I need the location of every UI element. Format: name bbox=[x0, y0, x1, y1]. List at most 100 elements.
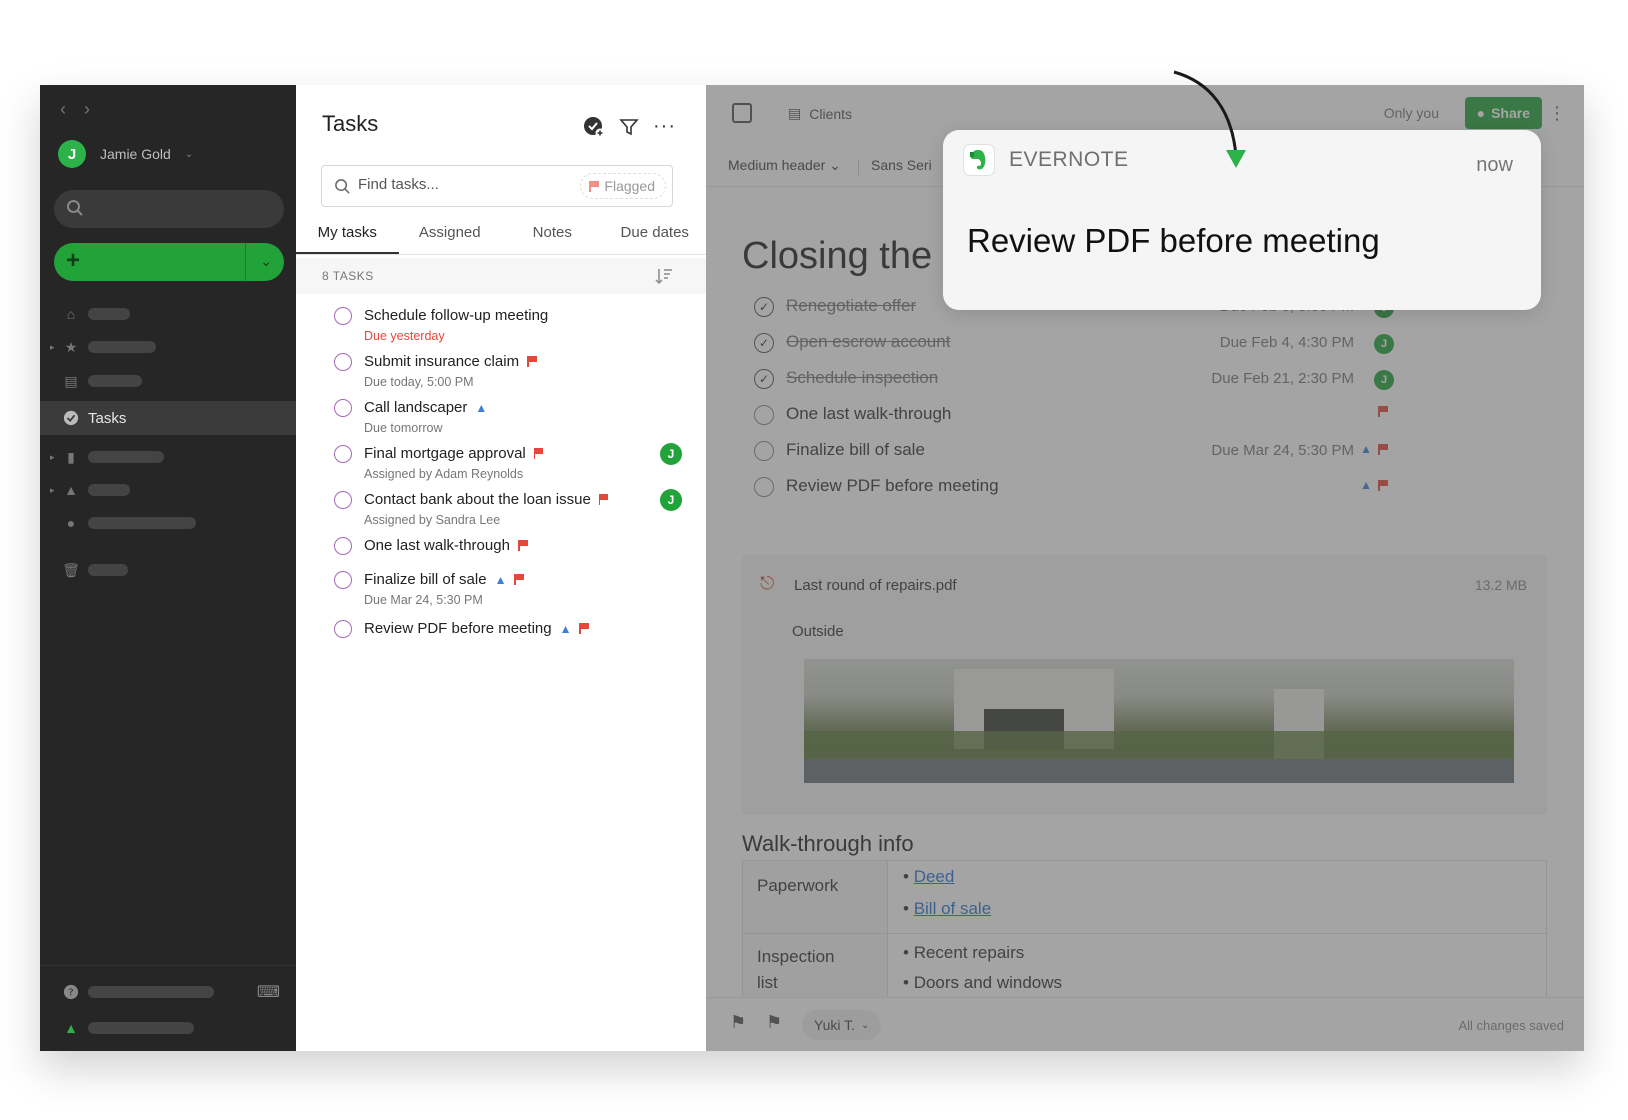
task-item[interactable]: Contact bank about the loan issue Assigne… bbox=[334, 489, 682, 531]
task-checkbox[interactable] bbox=[334, 537, 352, 555]
breadcrumb[interactable]: ▤ Clients bbox=[788, 105, 852, 122]
flagged-filter-chip[interactable]: Flagged bbox=[580, 173, 666, 199]
forward-arrow-icon[interactable]: › bbox=[84, 99, 90, 120]
checklist-item[interactable]: ✓ Schedule inspection Due Feb 21, 2:30 PM J bbox=[754, 367, 1394, 397]
account-menu[interactable]: J Jamie Gold ⌄ bbox=[58, 140, 193, 168]
checklist-checkbox[interactable]: ✓ bbox=[754, 333, 774, 353]
task-item[interactable]: Schedule follow-up meeting Due yesterday bbox=[334, 307, 674, 347]
checklist-item[interactable]: Review PDF before meeting ▲ bbox=[754, 475, 1394, 505]
checklist-item[interactable]: ✓ Open escrow account Due Feb 4, 4:30 PM J bbox=[754, 331, 1394, 361]
task-item[interactable]: Final mortgage approval Assigned by Adam … bbox=[334, 443, 682, 485]
sidebar-item-whats-new[interactable]: ▲ bbox=[40, 1011, 296, 1045]
tab-notes[interactable]: Notes bbox=[501, 213, 604, 254]
caret-right-icon[interactable]: ▸ bbox=[50, 485, 55, 496]
task-item[interactable]: Call landscaper ▲ Due tomorrow bbox=[334, 399, 674, 439]
task-count-bar: 8 TASKS bbox=[296, 258, 706, 294]
task-title: Final mortgage approval bbox=[364, 445, 526, 462]
back-arrow-icon[interactable]: ‹ bbox=[60, 99, 66, 120]
task-checkbox[interactable] bbox=[334, 491, 352, 509]
task-checkbox[interactable] bbox=[334, 571, 352, 589]
sort-icon[interactable] bbox=[654, 266, 674, 286]
task-title: One last walk-through bbox=[364, 537, 510, 554]
attachment-name: Last round of repairs.pdf bbox=[794, 577, 957, 594]
sidebar-item-trash[interactable]: 🗑 bbox=[40, 553, 296, 587]
flag-icon bbox=[589, 180, 600, 192]
notification-time: now bbox=[1476, 154, 1513, 176]
style-dropdown[interactable]: Medium header ⌄ bbox=[728, 157, 841, 174]
font-dropdown[interactable]: Sans Seri bbox=[871, 157, 932, 173]
house-photo bbox=[804, 659, 1514, 783]
add-reminder-icon[interactable]: ⚑ bbox=[766, 1012, 782, 1033]
note-title[interactable]: Closing the bbox=[742, 235, 932, 278]
list-item: • Recent repairs bbox=[903, 943, 1025, 962]
sidebar-item-notebooks[interactable]: ▸ ▮ bbox=[40, 440, 296, 474]
task-title: Contact bank about the loan issue bbox=[364, 491, 591, 508]
checklist-checkbox[interactable]: ✓ bbox=[754, 297, 774, 317]
checklist-checkbox[interactable] bbox=[754, 477, 774, 497]
task-search-input[interactable] bbox=[358, 176, 548, 193]
svg-text:?: ? bbox=[68, 988, 73, 999]
sidebar-item-notes[interactable]: ▤ bbox=[40, 364, 296, 398]
caret-right-icon[interactable]: ▸ bbox=[50, 342, 55, 353]
task-checkbox[interactable] bbox=[334, 353, 352, 371]
checklist-checkbox[interactable] bbox=[754, 405, 774, 425]
task-item[interactable]: Finalize bill of sale ▲ Due Mar 24, 5:30 P… bbox=[334, 571, 674, 611]
share-button[interactable]: ● Share bbox=[1464, 97, 1542, 129]
reminder-icon[interactable]: ⚑ bbox=[730, 1012, 746, 1033]
flag-icon bbox=[517, 540, 528, 551]
person-icon: ● bbox=[1476, 105, 1486, 121]
collaborator-chip[interactable]: Yuki T. ⌄ bbox=[802, 1010, 882, 1040]
bill-of-sale-link[interactable]: Bill of sale bbox=[914, 899, 991, 918]
attachment-section: Outside bbox=[792, 623, 844, 640]
placeholder-label bbox=[88, 986, 214, 998]
task-checkbox[interactable] bbox=[334, 307, 352, 325]
checklist-checkbox[interactable] bbox=[754, 441, 774, 461]
pdf-icon: ⎋ bbox=[760, 573, 775, 593]
task-subtitle: Assigned by Sandra Lee bbox=[364, 513, 501, 527]
divider bbox=[40, 965, 296, 966]
sidebar-item-tags[interactable]: ▸ ▲ bbox=[40, 473, 296, 507]
help-icon: ? bbox=[63, 984, 79, 1000]
keyboard-icon[interactable]: ⌨ bbox=[257, 982, 280, 1002]
filter-icon[interactable] bbox=[619, 117, 639, 137]
task-subtitle: Assigned by Adam Reynolds bbox=[364, 467, 524, 481]
save-status: All changes saved bbox=[1458, 1018, 1564, 1033]
note-footer: ⚑ ⚑ Yuki T. ⌄ All changes saved bbox=[706, 997, 1584, 1051]
checklist-checkbox[interactable]: ✓ bbox=[754, 369, 774, 389]
tab-assigned[interactable]: Assigned bbox=[399, 213, 502, 254]
placeholder-label bbox=[88, 517, 196, 529]
pdf-attachment[interactable]: ⎋ Last round of repairs.pdf 13.2 MB Outs… bbox=[742, 555, 1547, 815]
new-note-button[interactable]: + ⌄ bbox=[54, 243, 284, 281]
expand-icon[interactable] bbox=[732, 103, 752, 123]
sidebar-item-shared[interactable]: ● bbox=[40, 506, 296, 540]
task-checkbox[interactable] bbox=[334, 399, 352, 417]
chevron-down-icon[interactable]: ⌄ bbox=[260, 253, 272, 270]
caret-right-icon[interactable]: ▸ bbox=[50, 452, 55, 463]
tab-due-dates[interactable]: Due dates bbox=[604, 213, 707, 254]
deed-link[interactable]: Deed bbox=[914, 867, 955, 886]
sidebar-search[interactable] bbox=[54, 190, 284, 228]
more-icon[interactable]: ··· bbox=[653, 115, 676, 138]
sidebar-item-help[interactable]: ? ⌨ bbox=[40, 975, 296, 1009]
task-checkbox[interactable] bbox=[334, 445, 352, 463]
sidebar-item-shortcuts[interactable]: ▸ ★ bbox=[40, 330, 296, 364]
bell-icon: ▲ bbox=[494, 572, 507, 587]
chevron-down-icon: ⌄ bbox=[861, 1019, 870, 1031]
task-item[interactable]: Submit insurance claim Due today, 5:00 PM bbox=[334, 353, 674, 393]
task-title-row: One last walk-through bbox=[364, 537, 528, 554]
sidebar-item-tasks[interactable]: Tasks bbox=[40, 401, 296, 435]
tab-my-tasks[interactable]: My tasks bbox=[296, 213, 399, 254]
add-task-icon[interactable] bbox=[583, 116, 605, 138]
list-item: • Deed bbox=[903, 867, 955, 886]
task-checkbox[interactable] bbox=[334, 620, 352, 638]
task-title: Finalize bill of sale bbox=[364, 571, 487, 588]
checklist-item[interactable]: Finalize bill of sale Due Mar 24, 5:30 PM… bbox=[754, 439, 1394, 469]
more-vertical-icon[interactable]: ⋮ bbox=[1548, 103, 1566, 124]
task-item[interactable]: Review PDF before meeting ▲ bbox=[334, 620, 674, 660]
assignee-avatar: J bbox=[660, 443, 682, 465]
bell-icon: ▲ bbox=[1360, 478, 1372, 492]
task-subtitle: Due Mar 24, 5:30 PM bbox=[364, 593, 483, 607]
checklist-item[interactable]: One last walk-through bbox=[754, 403, 1394, 433]
sidebar-item-home[interactable]: ⌂ bbox=[40, 297, 296, 331]
checklist-text: One last walk-through bbox=[786, 404, 952, 423]
